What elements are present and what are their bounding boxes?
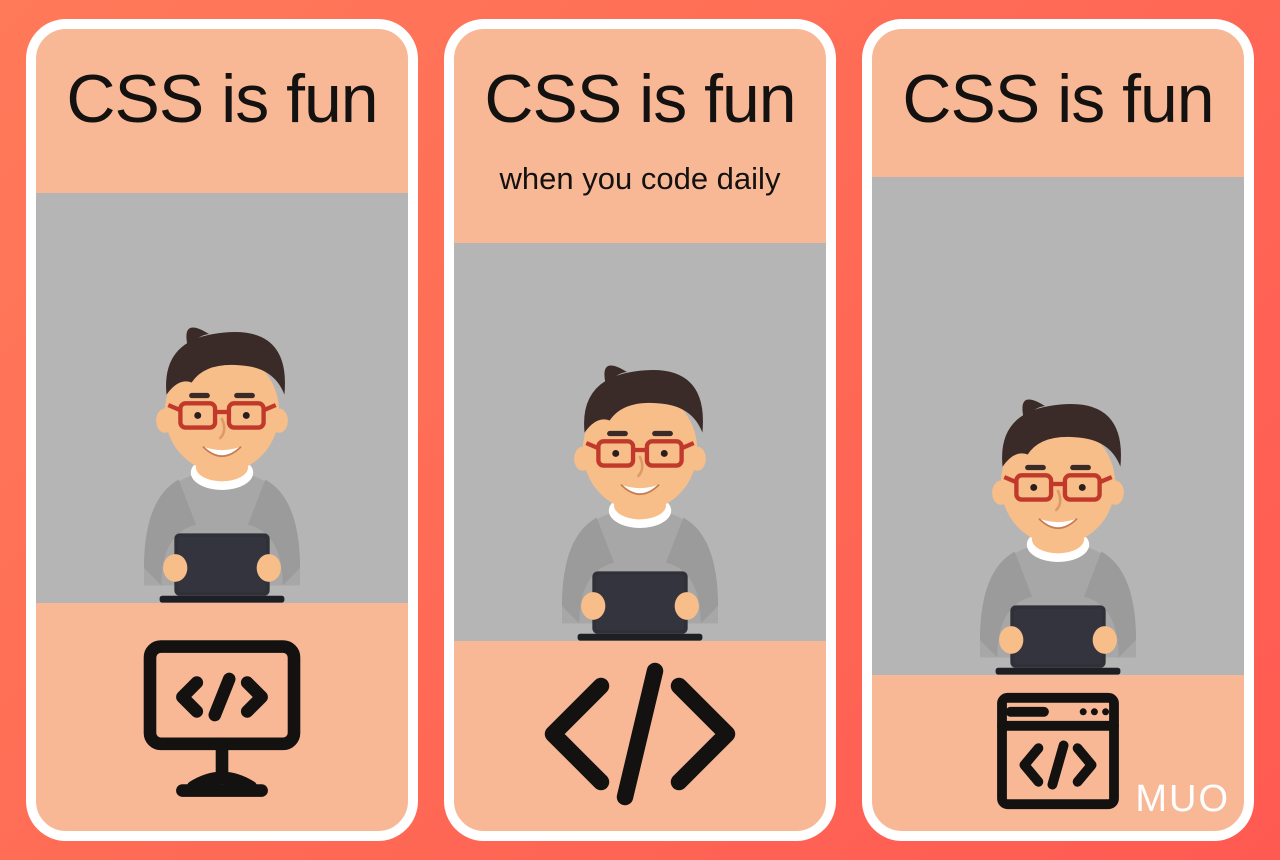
card-1: CSS is fun: [26, 19, 418, 841]
card-illustration: [454, 243, 826, 641]
developer-avatar-icon: [510, 346, 770, 641]
card-subtitle: when you code daily: [460, 161, 820, 197]
card-title: CSS is fun: [42, 65, 402, 133]
card-2: CSS is fun when you code daily: [444, 19, 836, 841]
card-title: CSS is fun: [878, 65, 1238, 133]
card-footer: [36, 603, 408, 831]
code-window-icon: [988, 681, 1128, 826]
card-header: CSS is fun: [872, 29, 1244, 177]
card-illustration: [872, 177, 1244, 675]
watermark-text: MUO: [1135, 778, 1230, 821]
code-monitor-icon: [132, 625, 312, 810]
card-footer: [454, 641, 826, 831]
card-header: CSS is fun: [36, 29, 408, 193]
card-illustration: [36, 193, 408, 603]
card-title: CSS is fun: [460, 65, 820, 133]
card-header: CSS is fun when you code daily: [454, 29, 826, 243]
developer-avatar-icon: [92, 308, 352, 603]
code-brackets-icon: [535, 659, 745, 814]
card-3: CSS is fun MUO: [862, 19, 1254, 841]
developer-avatar-icon: [928, 380, 1188, 675]
card-footer: MUO: [872, 675, 1244, 831]
